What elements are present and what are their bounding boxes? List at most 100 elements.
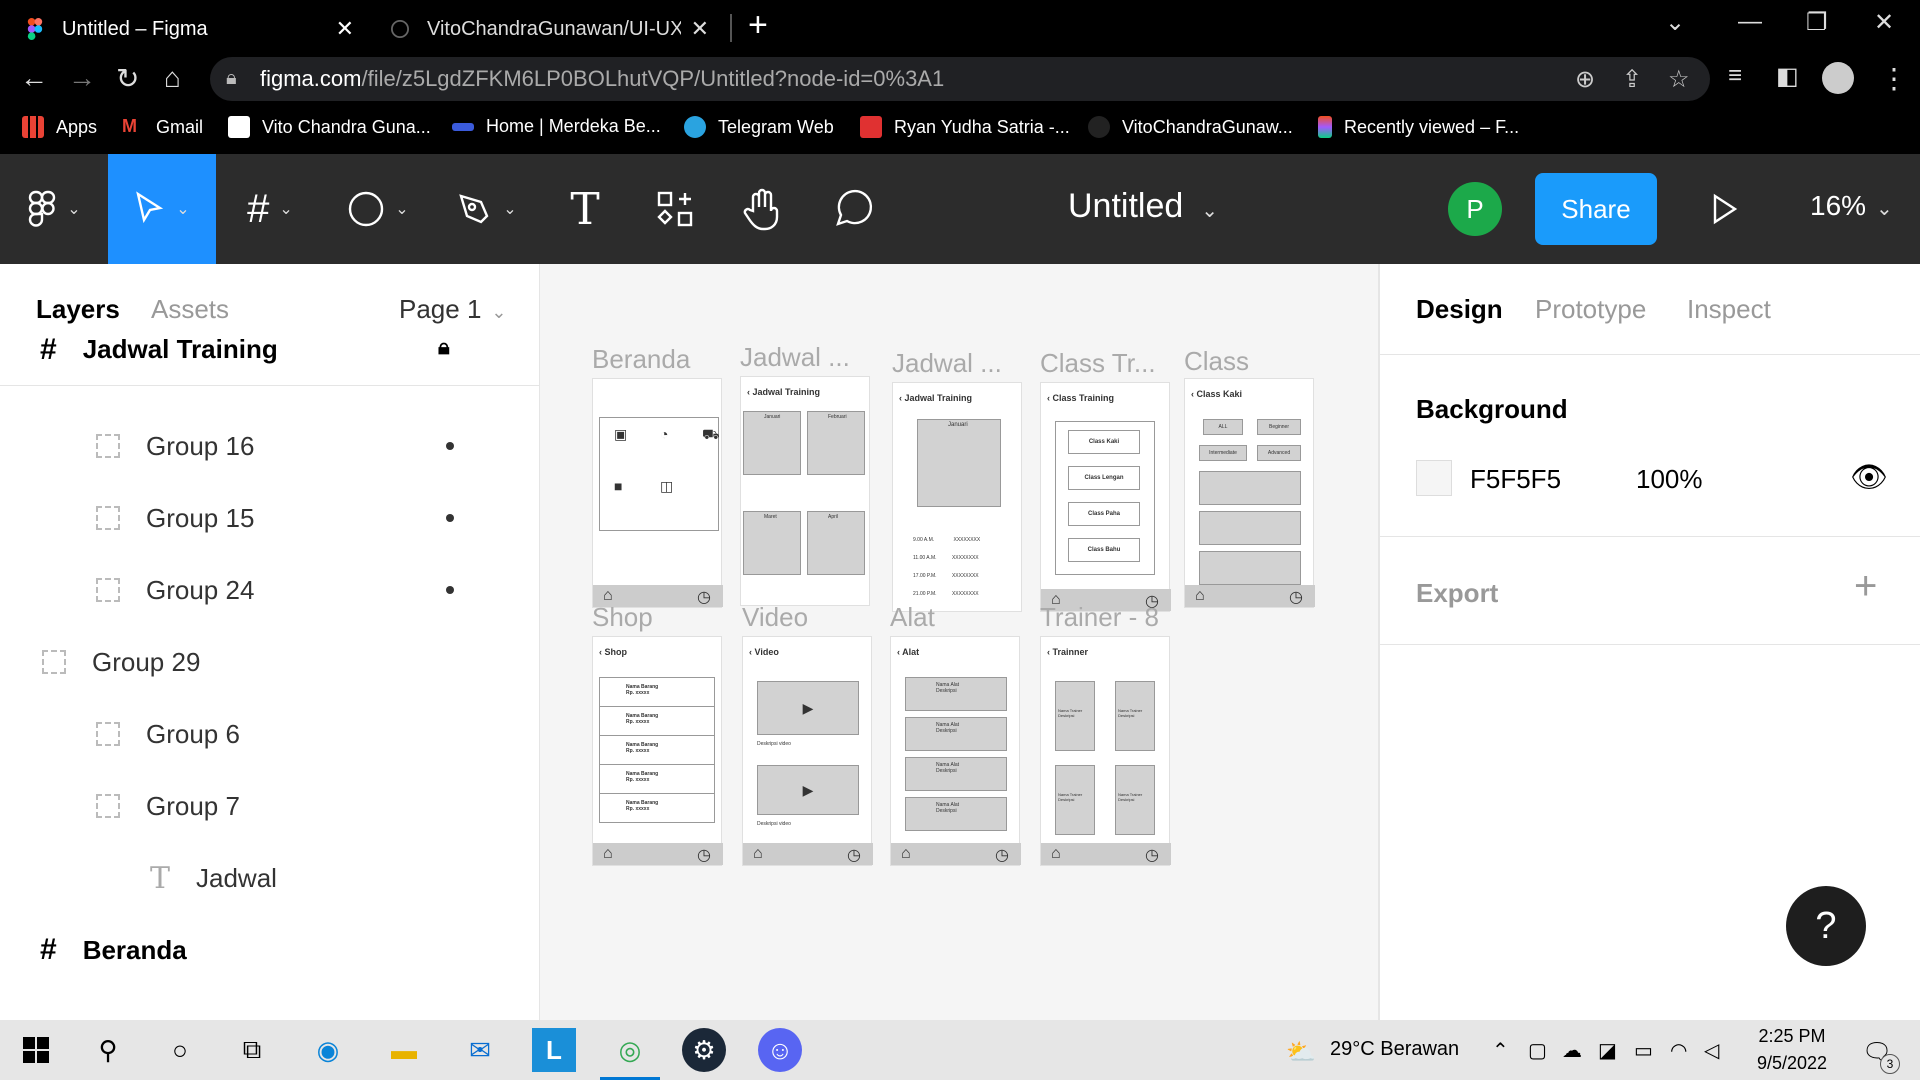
menu-icon[interactable]: ⋮ [1880,62,1908,95]
layer-row[interactable]: # Beranda [0,914,540,986]
frame-label[interactable]: Beranda [592,344,690,375]
search-icon[interactable]: ⚲ [86,1028,130,1072]
frame-jadwal-training-detail[interactable]: ‹ Jadwal Training Januari 9.00 A.M. XXXX… [892,382,1022,612]
design-canvas[interactable]: Beranda Jadwal ... Jadwal ... Class Tr..… [540,264,1378,1020]
address-bar[interactable]: 🔒︎ figma.com/file/z5LgdZFKM6LP0BOLhutVQP… [210,57,1710,101]
main-menu-button[interactable]: ⌄ [0,154,108,264]
zoom-dropdown[interactable]: 16% ⌄ [1810,190,1893,222]
frame-jadwal-training[interactable]: ‹ Jadwal Training Januari Februari Maret… [740,376,870,606]
profile-avatar[interactable] [1822,62,1854,94]
frame-class-training[interactable]: ‹ Class Training Class Kaki Class Lengan… [1040,382,1171,612]
frame-alat[interactable]: ‹ Alat Nama Alat Deskripsi Nama Alat Deskr… [890,636,1021,866]
weather-text[interactable]: 29°C Berawan [1330,1038,1459,1061]
help-button[interactable]: ? [1786,886,1866,966]
move-tool-button[interactable]: ⌄ [108,154,216,264]
close-tab-icon[interactable]: ✕ [336,16,354,42]
frame-label[interactable]: Jadwal ... [740,342,850,373]
cortana-icon[interactable]: ○ [158,1028,202,1072]
new-tab-icon[interactable]: + [748,6,768,45]
bookmark-merdeka[interactable]: Home | Merdeka Be... [452,116,661,137]
media-control-icon[interactable]: ≡ [1728,62,1742,90]
chevron-up-icon[interactable]: ⌃ [1492,1038,1509,1063]
steam-icon[interactable]: ⚙ [682,1028,726,1072]
layer-row[interactable]: Group 7 [0,770,540,842]
document-title[interactable]: Untitled ⌄ [1068,187,1218,226]
comment-tool-button[interactable] [813,154,893,264]
tab-prototype[interactable]: Prototype [1535,294,1646,325]
bookmark-star-icon[interactable]: ☆ [1668,65,1690,94]
close-tab-icon[interactable]: ✕ [691,16,709,42]
close-window-icon[interactable]: ✕ [1874,8,1894,37]
frame-beranda[interactable]: ▣ ◔ ⛟ ■ ◫ ⌂ ◷ [592,378,723,608]
bookmark-ryan[interactable]: Ryan Yudha Satria -... [860,116,1070,138]
l-app-icon[interactable]: L [532,1028,576,1072]
frame-label[interactable]: Jadwal ... [892,348,1002,379]
chrome-icon[interactable]: ◎ [608,1028,652,1072]
edge-icon[interactable]: ◉ [306,1028,350,1072]
onedrive-icon[interactable]: ☁ [1562,1038,1582,1063]
lock-icon[interactable]: 🔒︎ [438,334,450,360]
layer-row[interactable]: Group 16 [0,410,540,482]
share-button[interactable]: Share [1535,173,1657,245]
bookmark-vito[interactable]: Vito Chandra Guna... [228,116,431,138]
frame-label[interactable]: Class Tr... [1040,348,1156,379]
layer-row[interactable]: Group 15 [0,482,540,554]
tab-inspect[interactable]: Inspect [1687,294,1771,325]
mail-icon[interactable]: ✉ [458,1028,502,1072]
layer-row[interactable]: Group 6 [0,698,540,770]
battery-icon[interactable]: ▭ [1634,1038,1653,1063]
layer-row[interactable]: Group 24 [0,554,540,626]
file-explorer-icon[interactable]: ▬ [382,1028,426,1072]
home-icon[interactable]: ⌂ [164,62,181,94]
frame-class-kaki[interactable]: ‹ Class Kaki ALL Beginner Intermediate A… [1184,378,1315,608]
side-panel-icon[interactable]: ◧ [1776,62,1799,91]
bookmark-figma-recent[interactable]: Recently viewed – F... [1318,116,1519,138]
weather-icon[interactable]: ⛅ [1286,1038,1316,1067]
eye-icon[interactable]: 👁︎ [1850,460,1888,495]
bookmark-vito-github[interactable]: VitoChandraGunaw... [1088,116,1293,138]
back-icon[interactable]: ← [20,62,48,94]
frame-label[interactable]: Alat [890,602,935,633]
resources-button[interactable] [635,154,715,264]
background-color-swatch[interactable] [1416,460,1452,496]
present-button[interactable] [1700,154,1750,264]
user-avatar[interactable]: P [1448,182,1502,236]
frame-shop[interactable]: ‹ Shop Nama Barang Rp. xxxxx Nama Barang R… [592,636,723,866]
tab-figma[interactable]: Untitled – Figma ✕ [10,6,370,52]
layer-row[interactable]: T Jadwal [0,842,540,914]
tab-search-icon[interactable]: ⌄ [1665,8,1685,37]
tab-github[interactable]: VitoChandraGunawan/UI-UX_Vito ✕ [375,6,725,52]
bookmark-telegram[interactable]: Telegram Web [684,116,834,138]
frame-label[interactable]: Video [742,602,808,633]
background-hex-input[interactable]: F5F5F5 [1470,464,1561,495]
layer-row[interactable]: # Jadwal Training 🔒︎ [0,314,540,386]
minimize-icon[interactable]: — [1738,8,1762,36]
zoom-icon[interactable]: ⊕ [1575,65,1595,94]
share-page-icon[interactable]: ⇪ [1622,65,1642,94]
frame-label[interactable]: Trainer - 8 [1040,602,1159,633]
lock-icon[interactable]: 🔒︎ [226,67,237,90]
forward-icon[interactable]: → [68,62,96,94]
frame-video[interactable]: ‹ Video ▶ Deskripsi video ▶ Deskripsi vi… [742,636,873,866]
hand-tool-button[interactable] [723,154,803,264]
frame-trainer[interactable]: ‹ Trainner Nama Trainer Deskripsi Nama Tr… [1040,636,1171,866]
windows-start-icon[interactable] [14,1028,58,1072]
text-tool-button[interactable]: T [545,154,625,264]
reload-icon[interactable]: ↻ [116,62,139,95]
clock[interactable]: 2:25 PM 9/5/2022 [1752,1026,1832,1074]
tab-design[interactable]: Design [1416,294,1503,325]
frame-label[interactable]: Shop [592,602,653,633]
task-view-icon[interactable]: ⧉ [230,1028,274,1072]
pen-tool-button[interactable]: ⌄ [432,154,540,264]
discord-icon[interactable]: ☺ [758,1028,802,1072]
wifi-icon[interactable]: ◠ [1670,1038,1687,1063]
add-export-icon[interactable]: + [1854,564,1877,609]
frame-label[interactable]: Class [1184,346,1249,377]
background-opacity-input[interactable]: 100% [1636,464,1703,495]
tray-app-icon[interactable]: ◪ [1598,1038,1617,1063]
restore-icon[interactable]: ❐ [1806,8,1828,37]
frame-tool-button[interactable]: # ⌄ [216,154,324,264]
layer-row[interactable]: Group 29 [0,626,540,698]
shape-tool-button[interactable]: ⌄ [324,154,432,264]
meet-icon[interactable]: ▢ [1528,1038,1547,1063]
